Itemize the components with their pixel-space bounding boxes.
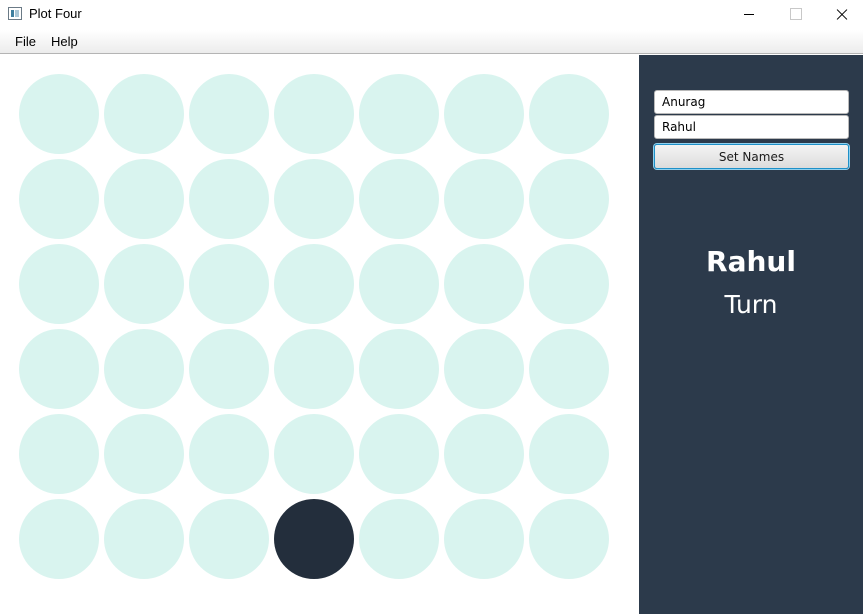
- board-slot[interactable]: [19, 414, 99, 494]
- app-window-icon: [8, 7, 22, 20]
- maximize-icon[interactable]: [772, 0, 818, 30]
- board-slot[interactable]: [189, 74, 269, 154]
- player-two-name-input[interactable]: [654, 115, 849, 139]
- board-slot[interactable]: [104, 244, 184, 324]
- board-slot[interactable]: [359, 244, 439, 324]
- board-slot[interactable]: [444, 499, 524, 579]
- board-slot[interactable]: [104, 414, 184, 494]
- board-slot[interactable]: [274, 244, 354, 324]
- board-slot[interactable]: [359, 414, 439, 494]
- board-slot[interactable]: [359, 499, 439, 579]
- board-slot[interactable]: [189, 499, 269, 579]
- board-slot[interactable]: [529, 74, 609, 154]
- turn-label: Turn: [724, 290, 778, 319]
- board-slot[interactable]: [19, 159, 99, 239]
- board-slot[interactable]: [529, 499, 609, 579]
- board-slot[interactable]: [444, 159, 524, 239]
- menu-bar: File Help: [0, 30, 863, 54]
- menu-file[interactable]: File: [15, 34, 36, 49]
- board-slot[interactable]: [529, 329, 609, 409]
- board-slot[interactable]: [274, 414, 354, 494]
- board-slot[interactable]: [444, 414, 524, 494]
- window-title: Plot Four: [29, 6, 82, 21]
- board-slot[interactable]: [189, 414, 269, 494]
- current-player-name: Rahul: [706, 245, 796, 278]
- board-slot[interactable]: [189, 159, 269, 239]
- board-slot[interactable]: [274, 74, 354, 154]
- board-slot[interactable]: [444, 74, 524, 154]
- board-slot[interactable]: [189, 244, 269, 324]
- board-slot[interactable]: [274, 159, 354, 239]
- minimize-icon[interactable]: [726, 0, 772, 30]
- board-slot[interactable]: [274, 329, 354, 409]
- set-names-button[interactable]: Set Names: [654, 144, 849, 169]
- board-slot[interactable]: [104, 74, 184, 154]
- board-slot[interactable]: [19, 499, 99, 579]
- board-slot[interactable]: [104, 159, 184, 239]
- menu-help[interactable]: Help: [51, 34, 78, 49]
- close-icon[interactable]: [818, 0, 863, 30]
- game-board[interactable]: [0, 55, 639, 614]
- board-slot[interactable]: [104, 329, 184, 409]
- board-slot[interactable]: [529, 159, 609, 239]
- board-slot[interactable]: [359, 329, 439, 409]
- board-slot[interactable]: [444, 329, 524, 409]
- title-bar: Plot Four: [0, 0, 863, 30]
- board-slot[interactable]: [19, 329, 99, 409]
- board-slot[interactable]: [359, 159, 439, 239]
- board-slot[interactable]: [19, 74, 99, 154]
- player-one-name-input[interactable]: [654, 90, 849, 114]
- board-slot[interactable]: [529, 414, 609, 494]
- side-panel: Set Names Rahul Turn: [639, 55, 863, 614]
- board-slot[interactable]: [104, 499, 184, 579]
- board-slot[interactable]: [19, 244, 99, 324]
- board-slot[interactable]: [359, 74, 439, 154]
- board-slot[interactable]: [444, 244, 524, 324]
- board-disc[interactable]: [274, 499, 354, 579]
- board-slot[interactable]: [529, 244, 609, 324]
- board-slot[interactable]: [189, 329, 269, 409]
